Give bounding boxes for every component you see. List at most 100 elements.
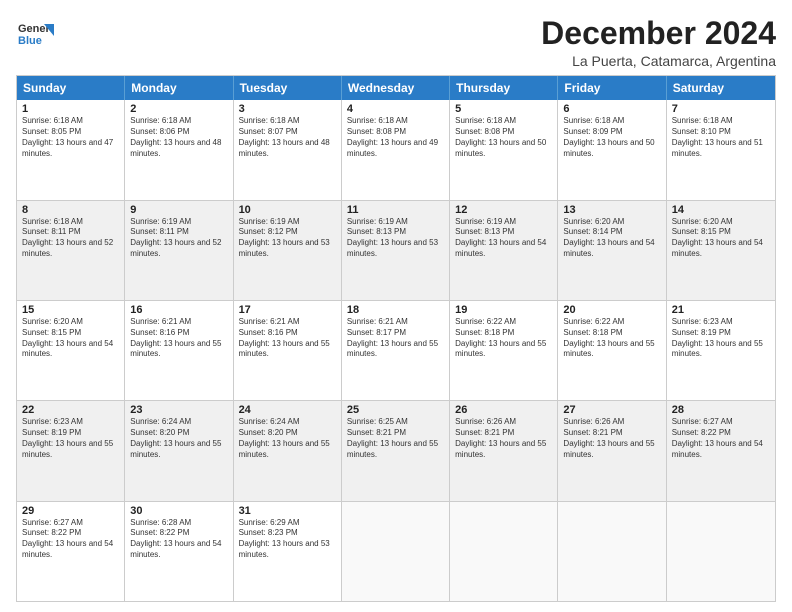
month-title: December 2024 [541,16,776,51]
day-number: 13 [563,204,660,216]
day-number: 6 [563,103,660,115]
cell-sat-w2: 14 Sunrise: 6:20 AMSunset: 8:15 PMDaylig… [667,201,775,300]
cell-info: Sunrise: 6:23 AMSunset: 8:19 PMDaylight:… [22,417,119,460]
cell-info: Sunrise: 6:26 AMSunset: 8:21 PMDaylight:… [455,417,552,460]
svg-text:Blue: Blue [18,35,42,47]
cell-info: Sunrise: 6:21 AMSunset: 8:16 PMDaylight:… [239,317,336,360]
cell-fri-w4: 27 Sunrise: 6:26 AMSunset: 8:21 PMDaylig… [558,401,666,500]
day-number: 18 [347,304,444,316]
cell-info: Sunrise: 6:24 AMSunset: 8:20 PMDaylight:… [130,417,227,460]
week-row-3: 15 Sunrise: 6:20 AMSunset: 8:15 PMDaylig… [17,300,775,400]
cell-info: Sunrise: 6:20 AMSunset: 8:14 PMDaylight:… [563,217,660,260]
cell-sun-w4: 22 Sunrise: 6:23 AMSunset: 8:19 PMDaylig… [17,401,125,500]
cell-info: Sunrise: 6:22 AMSunset: 8:18 PMDaylight:… [563,317,660,360]
cell-info: Sunrise: 6:21 AMSunset: 8:17 PMDaylight:… [347,317,444,360]
cell-mon-w4: 23 Sunrise: 6:24 AMSunset: 8:20 PMDaylig… [125,401,233,500]
day-number: 3 [239,103,336,115]
cell-info: Sunrise: 6:22 AMSunset: 8:18 PMDaylight:… [455,317,552,360]
cell-mon-w2: 9 Sunrise: 6:19 AMSunset: 8:11 PMDayligh… [125,201,233,300]
cell-info: Sunrise: 6:19 AMSunset: 8:11 PMDaylight:… [130,217,227,260]
cell-info: Sunrise: 6:19 AMSunset: 8:12 PMDaylight:… [239,217,336,260]
calendar: Sunday Monday Tuesday Wednesday Thursday… [16,75,776,602]
header-sunday: Sunday [17,76,125,100]
cell-info: Sunrise: 6:24 AMSunset: 8:20 PMDaylight:… [239,417,336,460]
day-number: 24 [239,404,336,416]
week-row-5: 29 Sunrise: 6:27 AMSunset: 8:22 PMDaylig… [17,501,775,601]
cell-thu-w5 [450,502,558,601]
cell-sun-w2: 8 Sunrise: 6:18 AMSunset: 8:11 PMDayligh… [17,201,125,300]
cell-tue-w4: 24 Sunrise: 6:24 AMSunset: 8:20 PMDaylig… [234,401,342,500]
cell-sun-w3: 15 Sunrise: 6:20 AMSunset: 8:15 PMDaylig… [17,301,125,400]
day-number: 14 [672,204,770,216]
cell-info: Sunrise: 6:20 AMSunset: 8:15 PMDaylight:… [22,317,119,360]
day-number: 26 [455,404,552,416]
day-number: 9 [130,204,227,216]
cell-info: Sunrise: 6:18 AMSunset: 8:08 PMDaylight:… [455,116,552,159]
subtitle: La Puerta, Catamarca, Argentina [541,53,776,69]
day-number: 1 [22,103,119,115]
cell-fri-w3: 20 Sunrise: 6:22 AMSunset: 8:18 PMDaylig… [558,301,666,400]
cell-info: Sunrise: 6:19 AMSunset: 8:13 PMDaylight:… [347,217,444,260]
cell-info: Sunrise: 6:20 AMSunset: 8:15 PMDaylight:… [672,217,770,260]
day-number: 27 [563,404,660,416]
cell-tue-w1: 3 Sunrise: 6:18 AMSunset: 8:07 PMDayligh… [234,100,342,199]
cell-sat-w5 [667,502,775,601]
cell-info: Sunrise: 6:19 AMSunset: 8:13 PMDaylight:… [455,217,552,260]
header-saturday: Saturday [667,76,775,100]
day-number: 19 [455,304,552,316]
day-number: 11 [347,204,444,216]
logo: General Blue [16,16,54,59]
cell-info: Sunrise: 6:18 AMSunset: 8:05 PMDaylight:… [22,116,119,159]
day-number: 22 [22,404,119,416]
cell-wed-w4: 25 Sunrise: 6:25 AMSunset: 8:21 PMDaylig… [342,401,450,500]
page: General Blue December 2024 La Puerta, Ca… [0,0,792,612]
day-number: 10 [239,204,336,216]
cell-info: Sunrise: 6:26 AMSunset: 8:21 PMDaylight:… [563,417,660,460]
cell-sat-w3: 21 Sunrise: 6:23 AMSunset: 8:19 PMDaylig… [667,301,775,400]
cell-fri-w1: 6 Sunrise: 6:18 AMSunset: 8:09 PMDayligh… [558,100,666,199]
day-number: 16 [130,304,227,316]
cell-info: Sunrise: 6:18 AMSunset: 8:07 PMDaylight:… [239,116,336,159]
cell-info: Sunrise: 6:27 AMSunset: 8:22 PMDaylight:… [22,518,119,561]
cell-tue-w5: 31 Sunrise: 6:29 AMSunset: 8:23 PMDaylig… [234,502,342,601]
week-row-2: 8 Sunrise: 6:18 AMSunset: 8:11 PMDayligh… [17,200,775,300]
day-number: 12 [455,204,552,216]
cell-info: Sunrise: 6:27 AMSunset: 8:22 PMDaylight:… [672,417,770,460]
header-wednesday: Wednesday [342,76,450,100]
cell-tue-w2: 10 Sunrise: 6:19 AMSunset: 8:12 PMDaylig… [234,201,342,300]
day-number: 31 [239,505,336,517]
cell-mon-w3: 16 Sunrise: 6:21 AMSunset: 8:16 PMDaylig… [125,301,233,400]
week-row-4: 22 Sunrise: 6:23 AMSunset: 8:19 PMDaylig… [17,400,775,500]
cell-wed-w3: 18 Sunrise: 6:21 AMSunset: 8:17 PMDaylig… [342,301,450,400]
cell-info: Sunrise: 6:18 AMSunset: 8:06 PMDaylight:… [130,116,227,159]
cell-thu-w3: 19 Sunrise: 6:22 AMSunset: 8:18 PMDaylig… [450,301,558,400]
cell-info: Sunrise: 6:18 AMSunset: 8:10 PMDaylight:… [672,116,770,159]
cell-wed-w2: 11 Sunrise: 6:19 AMSunset: 8:13 PMDaylig… [342,201,450,300]
cell-info: Sunrise: 6:28 AMSunset: 8:22 PMDaylight:… [130,518,227,561]
header-friday: Friday [558,76,666,100]
cell-fri-w5 [558,502,666,601]
cell-wed-w1: 4 Sunrise: 6:18 AMSunset: 8:08 PMDayligh… [342,100,450,199]
cell-sun-w1: 1 Sunrise: 6:18 AMSunset: 8:05 PMDayligh… [17,100,125,199]
cell-thu-w2: 12 Sunrise: 6:19 AMSunset: 8:13 PMDaylig… [450,201,558,300]
cell-info: Sunrise: 6:21 AMSunset: 8:16 PMDaylight:… [130,317,227,360]
logo-icon: General Blue [16,16,54,54]
calendar-header: Sunday Monday Tuesday Wednesday Thursday… [17,76,775,100]
day-number: 20 [563,304,660,316]
cell-info: Sunrise: 6:18 AMSunset: 8:11 PMDaylight:… [22,217,119,260]
cell-info: Sunrise: 6:18 AMSunset: 8:09 PMDaylight:… [563,116,660,159]
day-number: 4 [347,103,444,115]
title-block: December 2024 La Puerta, Catamarca, Arge… [541,16,776,69]
cell-mon-w5: 30 Sunrise: 6:28 AMSunset: 8:22 PMDaylig… [125,502,233,601]
day-number: 30 [130,505,227,517]
calendar-body: 1 Sunrise: 6:18 AMSunset: 8:05 PMDayligh… [17,100,775,601]
header: General Blue December 2024 La Puerta, Ca… [16,16,776,69]
cell-sat-w4: 28 Sunrise: 6:27 AMSunset: 8:22 PMDaylig… [667,401,775,500]
cell-wed-w5 [342,502,450,601]
day-number: 21 [672,304,770,316]
day-number: 23 [130,404,227,416]
cell-info: Sunrise: 6:23 AMSunset: 8:19 PMDaylight:… [672,317,770,360]
cell-tue-w3: 17 Sunrise: 6:21 AMSunset: 8:16 PMDaylig… [234,301,342,400]
cell-mon-w1: 2 Sunrise: 6:18 AMSunset: 8:06 PMDayligh… [125,100,233,199]
cell-sun-w5: 29 Sunrise: 6:27 AMSunset: 8:22 PMDaylig… [17,502,125,601]
